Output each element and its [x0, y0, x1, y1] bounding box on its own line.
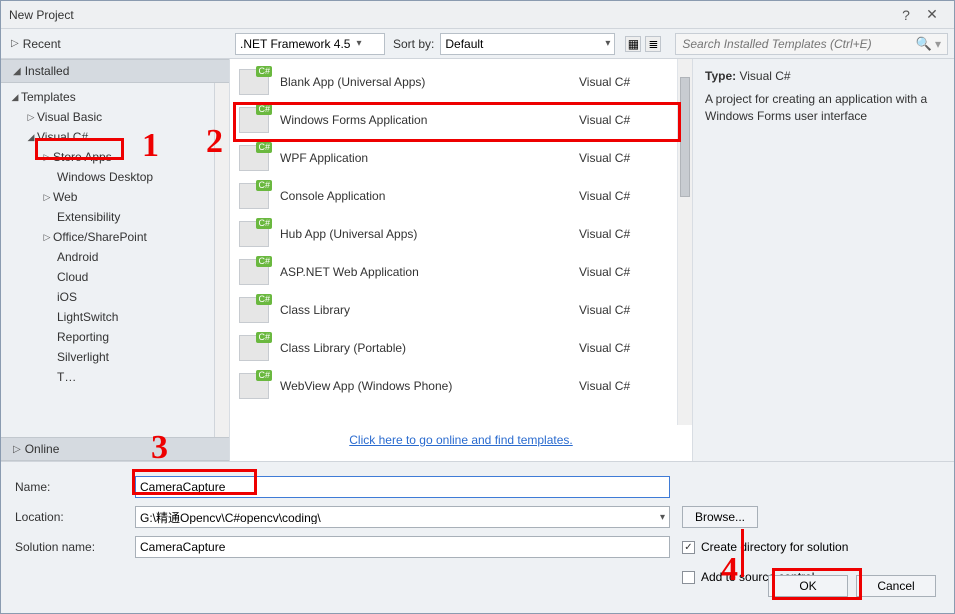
expand-icon: ▷ [41, 192, 53, 203]
csharp-project-icon: C# [238, 105, 270, 135]
annotation-line-4 [741, 529, 744, 577]
name-label: Name: [15, 480, 135, 494]
sort-select[interactable]: Default ▾ [440, 33, 615, 55]
csharp-project-icon: C# [238, 371, 270, 401]
chevron-down-icon: ▾ [605, 38, 610, 49]
tree-silverlight[interactable]: Silverlight [1, 347, 214, 367]
tree-android[interactable]: Android [1, 247, 214, 267]
online-label: Online [25, 442, 60, 456]
search-input[interactable] [682, 37, 911, 51]
template-description: A project for creating an application wi… [705, 91, 942, 125]
collapse-icon: ◢ [25, 132, 37, 143]
tree-lightswitch[interactable]: LightSwitch [1, 307, 214, 327]
installed-label: Installed [25, 64, 70, 78]
template-class-library[interactable]: C#Class LibraryVisual C# [230, 291, 677, 329]
checkbox-checked-icon: ✓ [682, 541, 695, 554]
view-tile-button[interactable]: ▦ [625, 36, 641, 52]
template-list: C#Blank App (Universal Apps)Visual C# C#… [230, 59, 677, 425]
tree-visual-basic[interactable]: ▷Visual Basic [1, 107, 214, 127]
location-input[interactable] [140, 510, 660, 524]
checkbox-unchecked-icon [682, 571, 695, 584]
template-aspnet[interactable]: C#ASP.NET Web ApplicationVisual C# [230, 253, 677, 291]
framework-select[interactable]: .NET Framework 4.5 ▾ [235, 33, 385, 55]
tree-office-sharepoint[interactable]: ▷Office/SharePoint [1, 227, 214, 247]
sort-value: Default [445, 37, 483, 51]
location-field[interactable]: ▾ [135, 506, 670, 528]
list-icon: ≣ [648, 37, 658, 51]
close-button[interactable]: ✕ [918, 6, 946, 23]
create-directory-checkbox[interactable]: ✓ Create directory for solution [682, 540, 848, 554]
grid-icon: ▦ [628, 37, 639, 51]
chevron-down-icon: ▾ [356, 38, 361, 49]
template-windows-forms[interactable]: C#Windows Forms ApplicationVisual C# [230, 101, 677, 139]
installed-header[interactable]: ◢ Installed [1, 59, 229, 83]
csharp-project-icon: C# [238, 143, 270, 173]
recent-section[interactable]: ▷ Recent [7, 37, 229, 51]
collapse-icon: ◢ [9, 92, 21, 103]
solution-input[interactable] [140, 540, 665, 554]
template-tree: ◢Templates ▷Visual Basic ◢Visual C# ▷Sto… [1, 83, 214, 437]
cancel-button[interactable]: Cancel [856, 575, 936, 597]
template-hub-app[interactable]: C#Hub App (Universal Apps)Visual C# [230, 215, 677, 253]
type-line: Type: Visual C# [705, 69, 942, 83]
online-header[interactable]: ▷ Online [1, 437, 229, 461]
expand-icon: ▷ [25, 112, 37, 123]
tree-visual-csharp[interactable]: ◢Visual C# [1, 127, 214, 147]
search-box[interactable]: 🔍 ▾ [675, 33, 948, 55]
csharp-project-icon: C# [238, 219, 270, 249]
help-button[interactable]: ? [894, 7, 918, 23]
ok-button[interactable]: OK [768, 575, 848, 597]
expand-icon: ▷ [41, 232, 53, 243]
recent-label: Recent [23, 37, 61, 51]
create-directory-label: Create directory for solution [701, 540, 848, 554]
chevron-down-icon[interactable]: ▾ [660, 512, 665, 523]
tree-windows-desktop[interactable]: Windows Desktop [1, 167, 214, 187]
solution-name-label: Solution name: [15, 540, 135, 554]
location-label: Location: [15, 510, 135, 524]
csharp-project-icon: C# [238, 257, 270, 287]
template-wpf[interactable]: C#WPF ApplicationVisual C# [230, 139, 677, 177]
tree-cloud[interactable]: Cloud [1, 267, 214, 287]
tree-store-apps[interactable]: ▷Store Apps [1, 147, 214, 167]
tree-extensibility[interactable]: Extensibility [1, 207, 214, 227]
csharp-project-icon: C# [238, 181, 270, 211]
name-field[interactable] [135, 476, 670, 498]
browse-button[interactable]: Browse... [682, 506, 758, 528]
tree-templates[interactable]: ◢Templates [1, 87, 214, 107]
template-class-library-portable[interactable]: C#Class Library (Portable)Visual C# [230, 329, 677, 367]
tree-ios[interactable]: iOS [1, 287, 214, 307]
left-scrollbar[interactable] [214, 83, 229, 437]
csharp-project-icon: C# [238, 67, 270, 97]
tree-truncated[interactable]: T… [1, 367, 214, 387]
center-scrollbar[interactable] [677, 59, 692, 425]
sort-by-label: Sort by: [393, 37, 434, 51]
view-list-button[interactable]: ≣ [645, 36, 661, 52]
framework-value: .NET Framework 4.5 [240, 37, 350, 51]
online-templates-link[interactable]: Click here to go online and find templat… [230, 425, 692, 461]
template-console[interactable]: C#Console ApplicationVisual C# [230, 177, 677, 215]
scrollbar-thumb[interactable] [680, 77, 690, 197]
window-title: New Project [9, 8, 894, 22]
name-input[interactable] [140, 480, 665, 494]
chevron-right-icon: ▷ [13, 444, 21, 455]
search-icon: 🔍 [916, 36, 932, 52]
csharp-project-icon: C# [238, 333, 270, 363]
tree-web[interactable]: ▷Web [1, 187, 214, 207]
csharp-project-icon: C# [238, 295, 270, 325]
solution-field[interactable] [135, 536, 670, 558]
chevron-right-icon: ▷ [11, 38, 19, 49]
template-webview[interactable]: C#WebView App (Windows Phone)Visual C# [230, 367, 677, 405]
tree-reporting[interactable]: Reporting [1, 327, 214, 347]
template-blank-app[interactable]: C#Blank App (Universal Apps)Visual C# [230, 63, 677, 101]
chevron-down-icon: ◢ [13, 66, 21, 77]
expand-icon: ▷ [41, 152, 53, 163]
chevron-down-icon: ▾ [935, 37, 941, 51]
